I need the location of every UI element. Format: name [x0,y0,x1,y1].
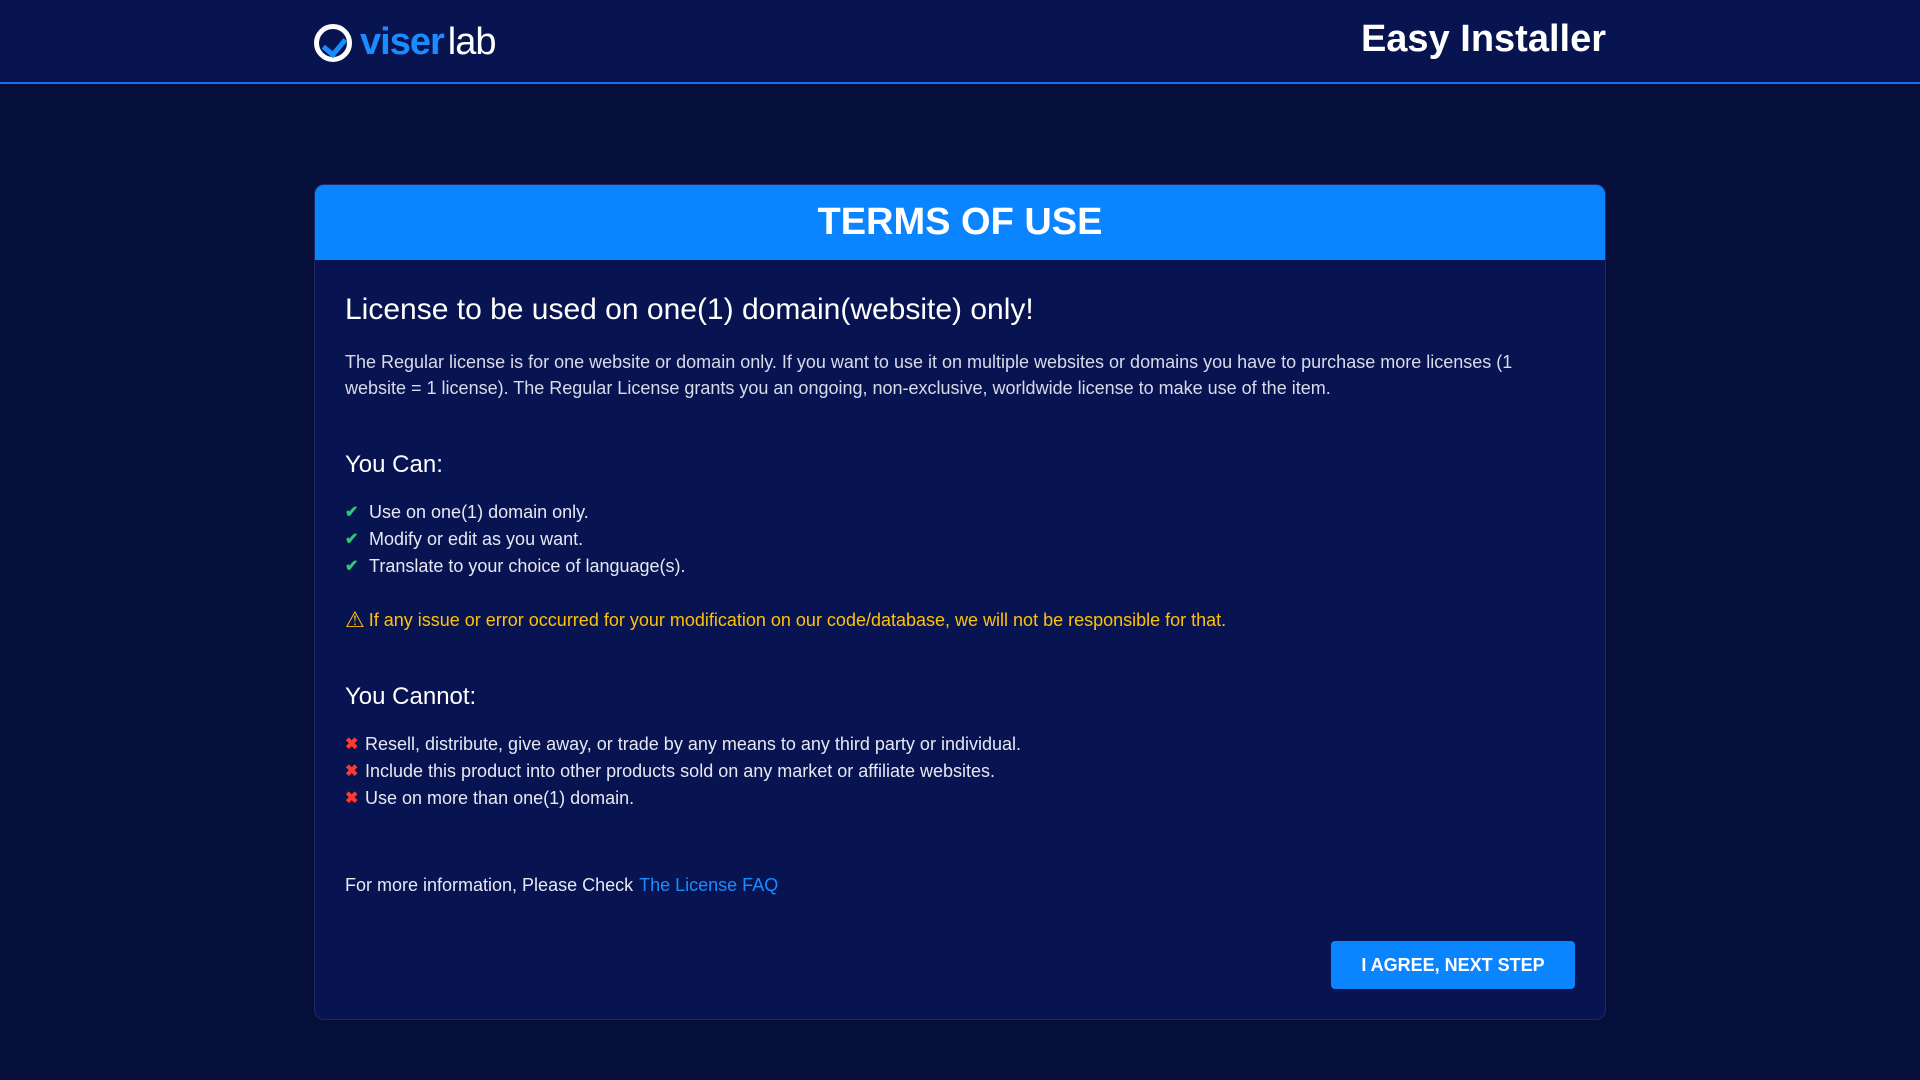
can-list: ✔ Use on one(1) domain only. ✔ Modify or e… [345,499,1575,580]
you-cannot-heading: You Cannot: [345,683,477,710]
list-item: ✖ Resell, distribute, give away, or trade… [345,731,1575,758]
viserlab-logo: viser lab [314,21,497,64]
list-item-text: Resell, distribute, give away, or trade … [365,734,1021,754]
cross-icon: ✖ [345,736,359,753]
list-item: ✔ Modify or edit as you want. [345,526,1575,553]
list-item-text: Include this product into other products… [365,761,996,781]
you-can-heading: You Can: [345,451,443,478]
more-info: For more information, Please Check The Li… [345,875,1575,896]
terms-card: TERMS OF USE License to be used on one(1… [314,184,1606,1020]
list-item: ✔ Use on one(1) domain only. [345,499,1575,526]
license-heading: License to be used on one(1) domain(webs… [345,293,1034,326]
check-icon: ✔ [345,558,359,575]
app-title: Easy Installer [1360,18,1606,60]
check-icon: ✔ [345,504,359,521]
check-circle-icon [314,23,352,62]
license-description: The Regular license is for one website o… [345,352,1513,398]
warning-text: If any issue or error occurred for your … [368,609,1227,630]
cross-icon: ✖ [345,790,359,807]
list-item: ✖ Use on more than one(1) domain. [345,785,1575,812]
top-bar: viser lab Easy Installer [0,0,1920,84]
warning-icon: ⚠ [345,607,365,632]
list-item: ✔ Translate to your choice of language(s)… [345,553,1575,580]
list-item-text: Use on more than one(1) domain. [365,788,635,808]
cross-icon: ✖ [345,763,359,780]
agree-next-button[interactable]: I AGREE, NEXT STEP [1331,941,1575,989]
check-icon: ✔ [345,531,359,548]
card-title: TERMS OF USE [315,185,1605,260]
logo-text-viser: viser [360,21,445,63]
cannot-list: ✖ Resell, distribute, give away, or trade… [345,731,1575,812]
list-item-text: Modify or edit as you want. [369,529,584,549]
more-info-text: For more information, Please Check [345,875,634,895]
list-item: ✖ Include this product into other product… [345,758,1575,785]
list-item-text: Use on one(1) domain only. [369,502,589,522]
warning-note: ⚠ If any issue or error occurred for your… [345,607,1575,633]
license-faq-link[interactable]: The License FAQ [639,875,778,895]
logo-text-lab: lab [447,21,497,63]
list-item-text: Translate to your choice of language(s). [369,556,686,576]
